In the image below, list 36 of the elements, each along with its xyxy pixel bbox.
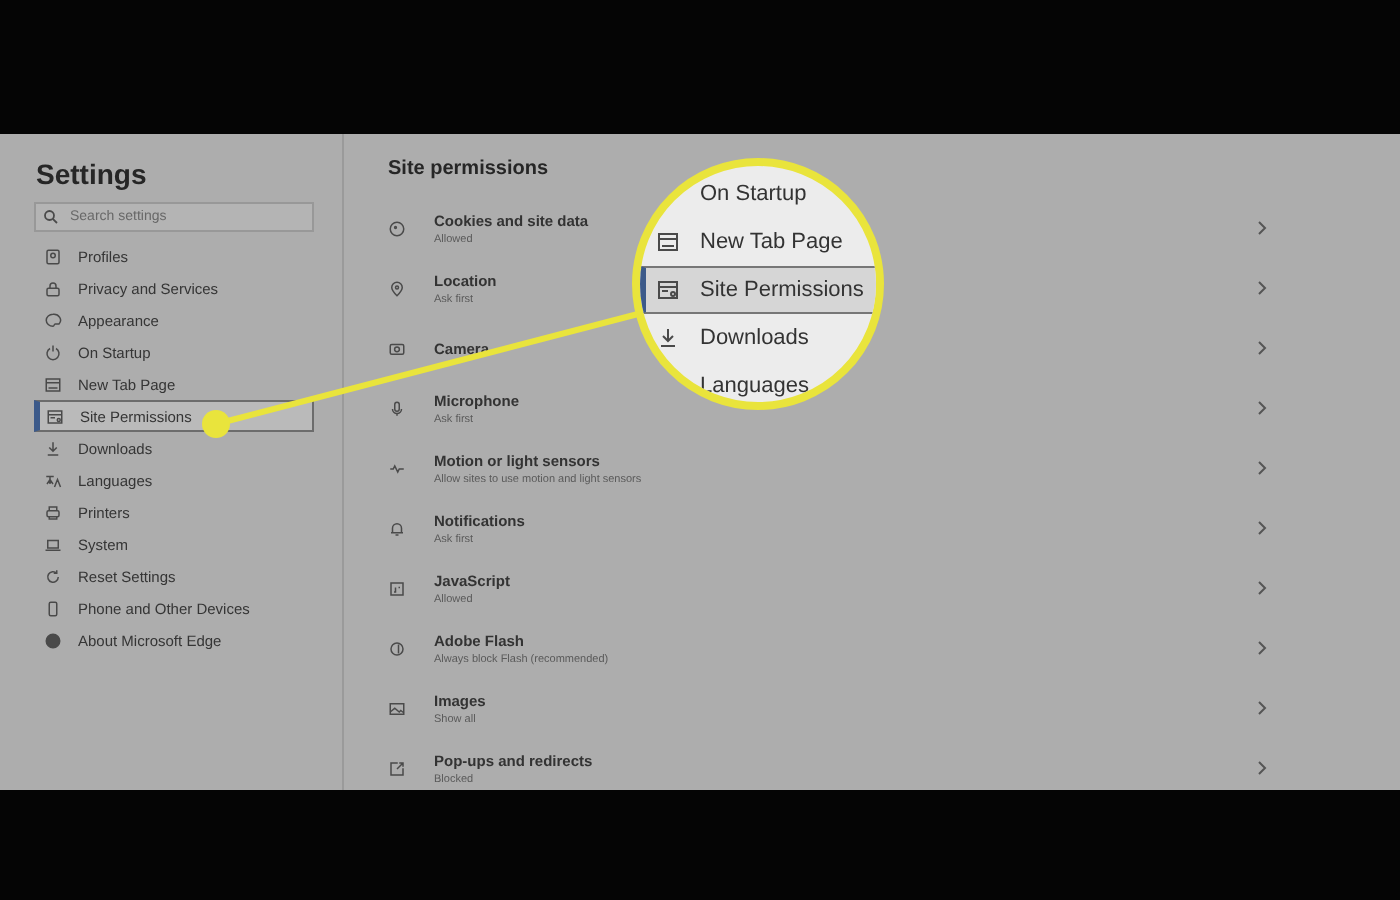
- mic-icon: [388, 399, 406, 417]
- languages-icon: [44, 471, 62, 489]
- permissions-icon: [46, 407, 64, 425]
- reset-icon: [44, 567, 62, 585]
- newtab-icon: [44, 375, 62, 393]
- download-icon: [44, 439, 62, 457]
- search-icon: [42, 208, 60, 226]
- chevron-icon[interactable]: [1256, 520, 1268, 536]
- profile-icon: [44, 247, 62, 265]
- chevron-icon[interactable]: [1256, 700, 1268, 716]
- chevron-icon[interactable]: [1256, 400, 1268, 416]
- cookie-icon: [388, 219, 406, 237]
- laptop-icon: [44, 535, 62, 553]
- bell-icon: [388, 519, 406, 537]
- phone-icon: [44, 599, 62, 617]
- chevron-icon[interactable]: [1256, 760, 1268, 776]
- settings-title: Settings: [36, 158, 149, 190]
- printer-icon: [44, 503, 62, 521]
- power-icon: [44, 343, 62, 361]
- sensor-icon: [388, 459, 406, 477]
- permissions-icon: [656, 278, 680, 302]
- pin-icon: [388, 279, 406, 297]
- chevron-icon[interactable]: [1256, 280, 1268, 296]
- chevron-icon[interactable]: [1256, 220, 1268, 236]
- chevron-icon[interactable]: [1256, 340, 1268, 356]
- lock-icon: [44, 279, 62, 297]
- newtab-icon: [656, 230, 680, 254]
- chevron-icon[interactable]: [1256, 580, 1268, 596]
- popup-icon: [388, 759, 406, 777]
- chevron-icon[interactable]: [1256, 460, 1268, 476]
- download-icon: [656, 326, 680, 350]
- image-icon: [388, 699, 406, 717]
- camera-icon: [388, 339, 406, 357]
- section-title: Site permissions: [388, 158, 549, 180]
- chevron-icon[interactable]: [1256, 640, 1268, 656]
- script-icon: [388, 579, 406, 597]
